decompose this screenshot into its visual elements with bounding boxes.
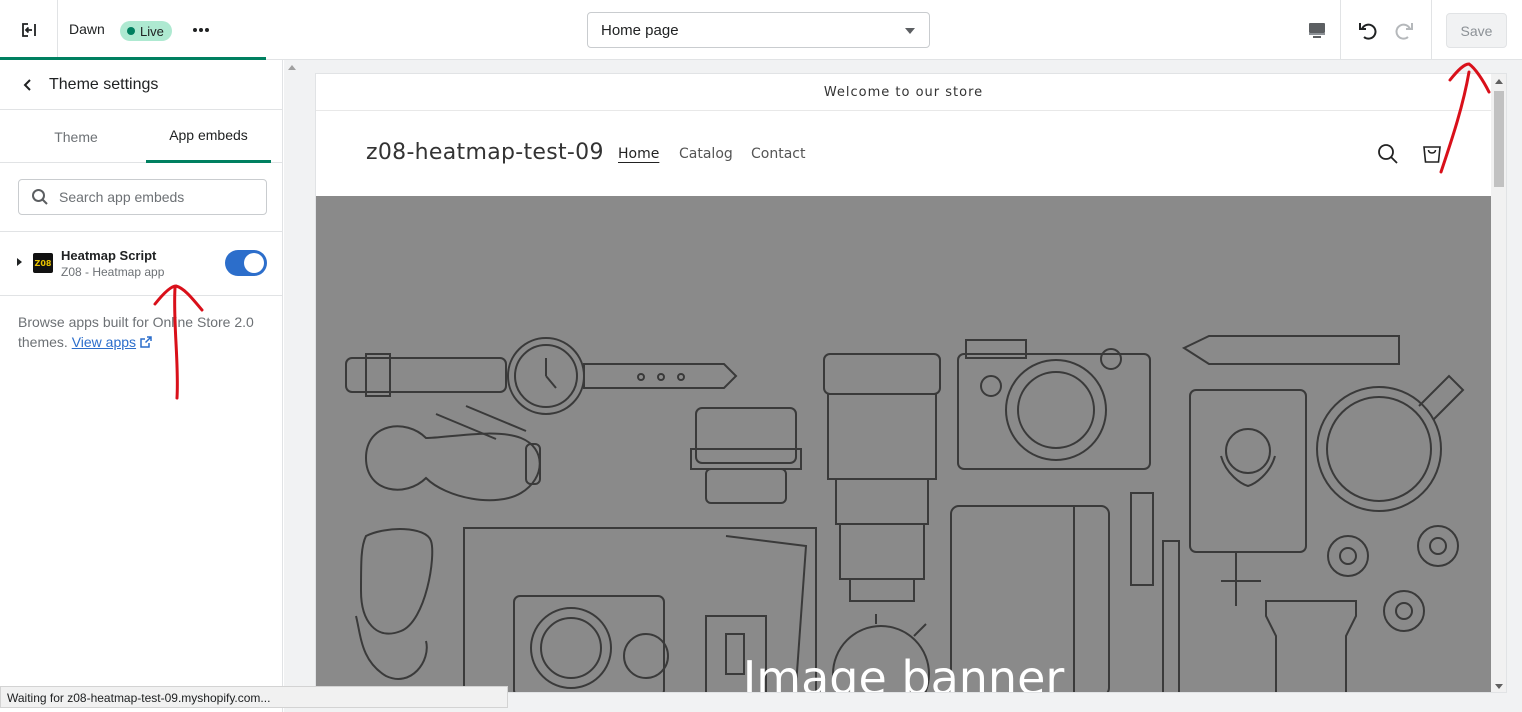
app-embed-item: Z08 Heatmap Script Z08 - Heatmap app	[0, 232, 283, 295]
tab-theme[interactable]: Theme	[8, 110, 144, 163]
browse-apps-text: Browse apps built for Online Store 2.0 t…	[18, 312, 268, 352]
page-selector-value: Home page	[601, 21, 679, 39]
banner-illustration	[345, 335, 1465, 692]
live-badge-label: Live	[140, 23, 164, 39]
tab-app-embeds[interactable]: App embeds	[146, 110, 271, 163]
live-dot-icon	[127, 27, 135, 35]
nav-contact[interactable]: Contact	[751, 146, 805, 162]
preview-scrollbar[interactable]	[1491, 74, 1506, 692]
scroll-down-icon[interactable]	[1495, 684, 1503, 689]
scroll-up-icon[interactable]	[1495, 79, 1503, 84]
exit-icon	[21, 23, 36, 37]
back-button[interactable]	[18, 75, 38, 95]
search-app-embeds-field[interactable]	[18, 179, 267, 215]
scroll-up-icon[interactable]	[288, 65, 296, 70]
app-embed-toggle[interactable]	[225, 250, 267, 276]
browser-status-bar: Waiting for z08-heatmap-test-09.myshopif…	[0, 686, 508, 708]
search-app-embeds-input[interactable]	[59, 189, 249, 205]
search-icon[interactable]	[1377, 143, 1399, 165]
store-name[interactable]: z08-heatmap-test-09	[366, 140, 604, 165]
cart-icon[interactable]	[1420, 141, 1444, 165]
sidebar-tabs: Theme App embeds	[0, 110, 282, 163]
desktop-icon	[1308, 23, 1325, 38]
divider	[0, 295, 283, 296]
theme-name: Dawn	[69, 21, 105, 37]
redo-icon	[1395, 23, 1413, 40]
browse-apps-description: Browse apps built for Online Store 2.0 t…	[18, 314, 254, 350]
theme-settings-sidebar: Theme settings Theme App embeds Z08 Heat…	[0, 60, 283, 712]
desktop-view-button[interactable]	[1293, 0, 1341, 60]
app-embed-name: Heatmap Script	[61, 248, 157, 263]
announcement-bar: Welcome to our store	[316, 74, 1491, 111]
chevron-down-icon	[905, 28, 915, 34]
save-button[interactable]: Save	[1446, 13, 1507, 48]
sidebar-header: Theme settings	[0, 60, 282, 110]
scroll-thumb[interactable]	[1494, 91, 1504, 187]
exit-button[interactable]	[0, 0, 58, 60]
search-icon	[32, 189, 48, 205]
chevron-left-icon	[23, 79, 31, 91]
live-status-badge: Live	[120, 21, 172, 41]
external-link-icon	[140, 336, 152, 348]
store-header: z08-heatmap-test-09 Home Catalog Contact	[316, 112, 1491, 196]
nav-home[interactable]: Home	[618, 146, 659, 162]
toggle-knob	[244, 253, 264, 273]
undo-icon	[1359, 23, 1377, 40]
store-preview-frame: Welcome to our store z08-heatmap-test-09…	[315, 73, 1507, 693]
more-actions-button[interactable]	[189, 18, 213, 42]
more-horizontal-icon	[193, 28, 209, 32]
image-banner: Image banner	[316, 196, 1491, 692]
view-apps-link[interactable]: View apps	[72, 334, 136, 350]
nav-catalog[interactable]: Catalog	[679, 146, 733, 162]
page-selector[interactable]: Home page	[587, 12, 930, 48]
editor-topbar: Dawn Live Home page Save	[0, 0, 1522, 60]
sidebar-scrollbar[interactable]	[284, 60, 300, 692]
app-embed-app-name: Z08 - Heatmap app	[61, 265, 165, 279]
undo-button[interactable]	[1352, 16, 1382, 46]
expand-caret-icon[interactable]	[17, 258, 22, 266]
sidebar-title: Theme settings	[49, 76, 159, 93]
topbar-divider	[1431, 0, 1432, 60]
redo-button[interactable]	[1390, 16, 1420, 46]
app-logo-icon: Z08	[33, 253, 53, 273]
view-apps-link-label: View apps	[71, 334, 137, 350]
